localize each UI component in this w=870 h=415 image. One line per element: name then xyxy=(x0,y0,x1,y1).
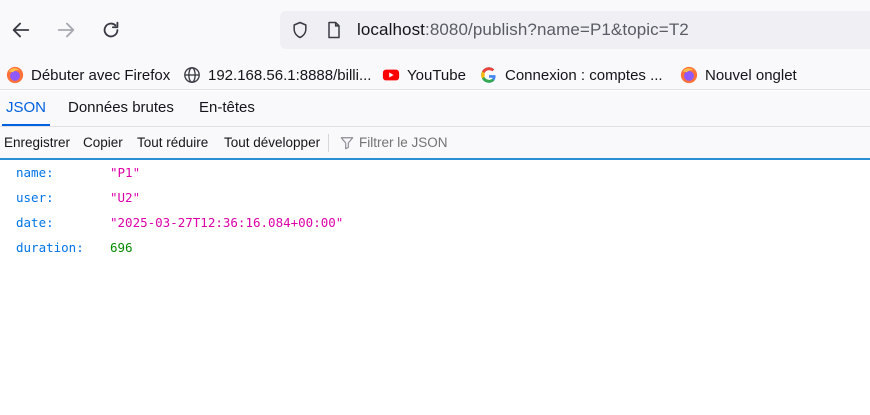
bookmark-label: Débuter avec Firefox xyxy=(31,66,171,84)
globe-icon xyxy=(184,67,200,83)
json-key: duration: xyxy=(16,240,84,255)
youtube-icon xyxy=(382,69,400,81)
json-viewer-toolbar: Enregistrer Copier Tout réduire Tout dév… xyxy=(0,127,870,160)
filter-icon xyxy=(340,136,354,149)
json-row[interactable]: user: "U2" xyxy=(0,187,870,212)
json-value: "2025-03-27T12:36:16.084+00:00" xyxy=(110,215,344,230)
bookmark-youtube[interactable]: YouTube xyxy=(382,64,466,86)
reload-icon xyxy=(103,21,119,38)
bookmark-google-login[interactable]: Connexion : comptes ... xyxy=(480,64,663,86)
json-key: name: xyxy=(16,165,54,180)
json-key: user: xyxy=(16,190,54,205)
url-host: localhost xyxy=(357,20,425,39)
firefox-icon xyxy=(6,66,24,84)
json-key: date: xyxy=(16,215,54,230)
address-bar[interactable]: localhost:8080/publish?name=P1&topic=T2 xyxy=(280,11,870,49)
bookmark-label: Connexion : comptes ... xyxy=(505,66,663,84)
json-value: "P1" xyxy=(110,165,141,180)
collapse-all-button[interactable]: Tout réduire xyxy=(137,135,208,150)
filter-placeholder: Filtrer le JSON xyxy=(359,135,448,150)
bookmark-firefox-start[interactable]: Débuter avec Firefox xyxy=(6,64,170,86)
json-tree: name: "P1" user: "U2" date: "2025-03-27T… xyxy=(0,162,870,262)
bookmark-label: 192.168.56.1:8888/billi... xyxy=(208,66,372,84)
copy-button[interactable]: Copier xyxy=(83,135,123,150)
reload-button[interactable] xyxy=(95,14,127,46)
shield-icon[interactable] xyxy=(290,20,310,40)
url-path: :8080/publish?name=P1&topic=T2 xyxy=(425,20,689,39)
page-icon[interactable] xyxy=(324,20,344,40)
bookmark-label: YouTube xyxy=(407,66,466,84)
bookmark-billing[interactable]: 192.168.56.1:8888/billi... xyxy=(183,64,371,86)
bookmarks-toolbar: Débuter avec Firefox 192.168.56.1:8888/b… xyxy=(0,60,870,90)
back-button[interactable] xyxy=(5,14,37,46)
bookmark-label: Nouvel onglet xyxy=(705,66,797,84)
tab-headers[interactable]: En-têtes xyxy=(195,91,259,126)
bookmark-new-tab[interactable]: Nouvel onglet xyxy=(680,64,797,86)
tab-raw-data[interactable]: Données brutes xyxy=(64,91,178,126)
arrow-left-icon xyxy=(12,22,30,38)
json-viewer-tabs: JSON Données brutes En-têtes xyxy=(0,91,870,127)
toolbar-divider xyxy=(328,134,329,152)
json-row[interactable]: duration: 696 xyxy=(0,237,870,262)
google-icon xyxy=(481,67,496,83)
json-value: 696 xyxy=(110,240,133,255)
json-row[interactable]: date: "2025-03-27T12:36:16.084+00:00" xyxy=(0,212,870,237)
navigation-toolbar: localhost:8080/publish?name=P1&topic=T2 xyxy=(0,0,870,60)
save-button[interactable]: Enregistrer xyxy=(4,135,70,150)
firefox-icon xyxy=(680,66,698,84)
filter-json-input[interactable]: Filtrer le JSON xyxy=(340,135,448,150)
forward-button[interactable] xyxy=(50,14,82,46)
url-text[interactable]: localhost:8080/publish?name=P1&topic=T2 xyxy=(357,20,689,40)
json-row[interactable]: name: "P1" xyxy=(0,162,870,187)
arrow-right-icon xyxy=(57,22,75,38)
json-value: "U2" xyxy=(110,190,141,205)
tab-json[interactable]: JSON xyxy=(2,91,51,126)
expand-all-button[interactable]: Tout développer xyxy=(224,135,320,150)
